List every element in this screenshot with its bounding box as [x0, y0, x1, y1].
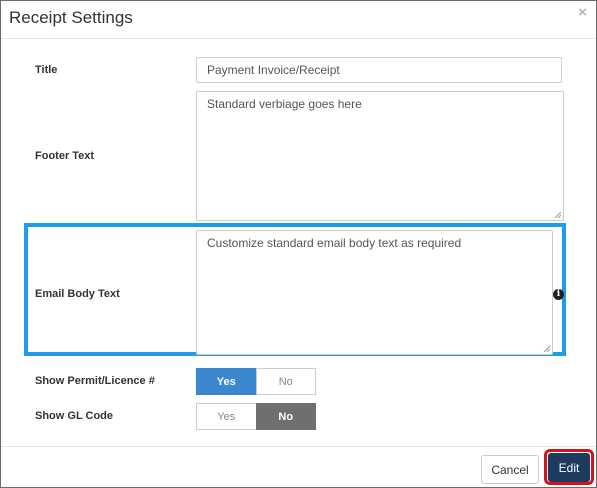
info-icon[interactable]: i — [553, 289, 564, 300]
show-permit-label: Show Permit/Licence # — [35, 375, 155, 387]
cancel-button[interactable]: Cancel — [481, 455, 539, 484]
footer-text-textarea[interactable]: Standard verbiage goes here — [196, 91, 564, 221]
show-gl-code-no[interactable]: No — [255, 403, 316, 430]
footer-text-value: Standard verbiage goes here — [207, 97, 362, 111]
title-input[interactable]: Payment Invoice/Receipt — [196, 57, 562, 83]
edit-button[interactable]: Edit — [548, 453, 590, 482]
show-permit-no[interactable]: No — [255, 368, 316, 395]
dialog-title: Receipt Settings — [9, 8, 133, 27]
footer-text-label: Footer Text — [35, 150, 95, 162]
receipt-settings-dialog: Receipt Settings × Title Payment Invoice… — [0, 0, 597, 488]
email-body-value: Customize standard email body text as re… — [207, 236, 462, 250]
show-permit-toggle: Yes No — [196, 368, 316, 395]
title-label: Title — [35, 64, 58, 76]
email-body-text-label: Email Body Text — [35, 288, 120, 300]
footer-divider — [1, 446, 596, 447]
resize-grip-icon[interactable] — [554, 211, 562, 219]
email-body-textarea[interactable]: Customize standard email body text as re… — [196, 230, 553, 355]
dialog-header: Receipt Settings × — [1, 1, 596, 39]
show-gl-code-yes[interactable]: Yes — [196, 403, 256, 430]
close-icon[interactable]: × — [578, 4, 587, 22]
resize-grip-icon[interactable] — [543, 345, 551, 353]
show-permit-yes[interactable]: Yes — [196, 368, 256, 395]
show-gl-code-label: Show GL Code — [35, 410, 114, 422]
show-gl-code-toggle: Yes No — [196, 403, 316, 430]
